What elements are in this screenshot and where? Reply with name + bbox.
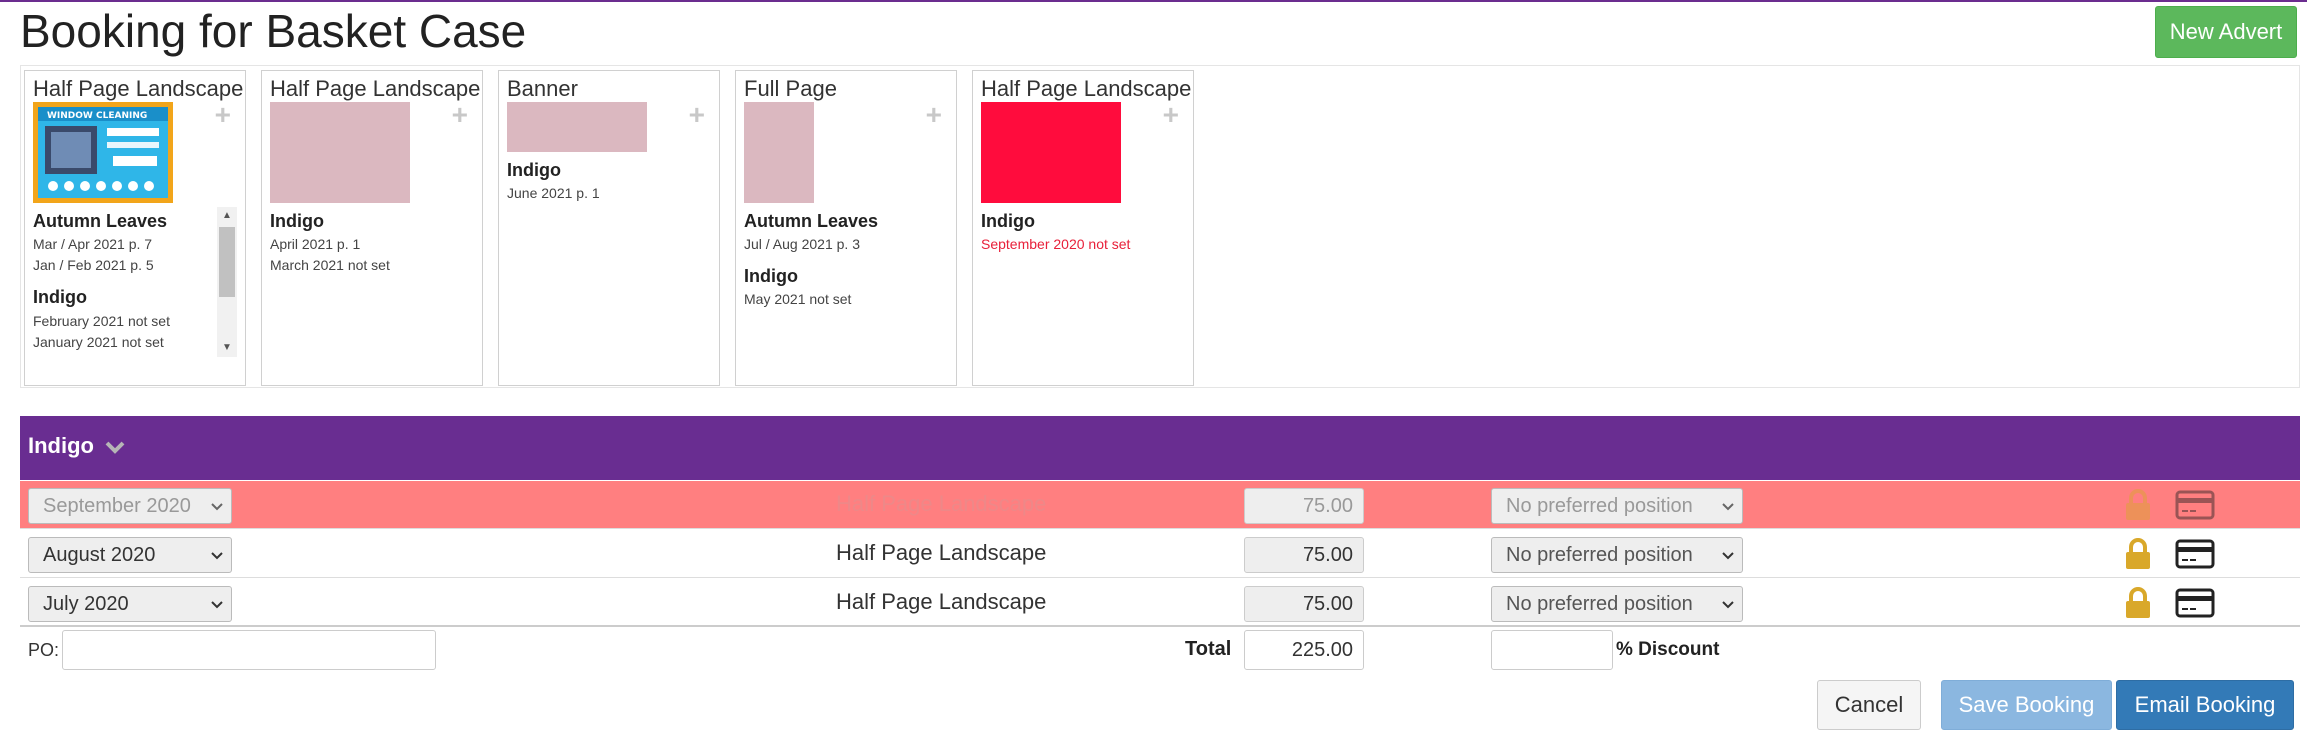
advert-placeholder [507, 102, 647, 152]
issue-text: March 2021 not set [270, 257, 390, 273]
issue-select-value: August 2020 [43, 544, 156, 566]
issue-text: January 2021 not set [33, 334, 164, 350]
adverts-panel: Half Page Landscape + WINDOW CLEANING Au… [20, 65, 2300, 388]
advert-placeholder [981, 102, 1121, 203]
advert-size-label: Half Page Landscape [981, 76, 1192, 101]
thumbnail-text: WINDOW CLEANING [47, 111, 147, 121]
advert-card[interactable]: Half Page Landscape + WINDOW CLEANING Au… [24, 70, 246, 386]
po-input[interactable] [62, 630, 436, 670]
issue-text: June 2021 p. 1 [507, 185, 600, 201]
discount-input[interactable] [1491, 630, 1613, 670]
publication-name: Indigo [981, 211, 1035, 231]
issue-text: February 2021 not set [33, 313, 170, 329]
advert-placeholder [270, 102, 410, 203]
issue-select-value: July 2020 [43, 593, 129, 615]
add-icon[interactable]: + [452, 101, 468, 129]
advert-size: Half Page Landscape [836, 589, 1047, 614]
po-label: PO: [28, 640, 60, 660]
position-select[interactable]: No preferred position [1491, 488, 1743, 524]
cancel-button[interactable]: Cancel [1817, 680, 1921, 730]
total-field[interactable]: 225.00 [1244, 630, 1364, 670]
save-booking-button[interactable]: Save Booking [1941, 680, 2112, 730]
lock-icon[interactable] [2124, 587, 2152, 619]
position-select-value: No preferred position [1506, 593, 1693, 615]
price-field[interactable]: 75.00 [1244, 537, 1364, 573]
issue-select[interactable]: July 2020 [28, 586, 232, 622]
chevron-down-icon [211, 601, 223, 609]
publication-name: Autumn Leaves [744, 211, 879, 231]
publication-name: Indigo [33, 287, 87, 307]
price-field[interactable]: 75.00 [1244, 586, 1364, 622]
publication-group-header[interactable]: Indigo [20, 416, 2300, 480]
new-advert-button[interactable]: New Advert [2155, 6, 2297, 58]
add-icon[interactable]: + [1163, 101, 1179, 129]
lock-icon[interactable] [2124, 538, 2152, 570]
booking-row: August 2020 Half Page Landscape 75.00 No… [20, 530, 2300, 578]
position-select[interactable]: No preferred position [1491, 586, 1743, 622]
advert-size-label: Half Page Landscape [270, 76, 481, 101]
issue-text: Jul / Aug 2021 p. 3 [744, 236, 860, 252]
chevron-down-icon [211, 503, 223, 511]
publication-name: Indigo [744, 266, 798, 286]
issue-text: April 2021 p. 1 [270, 236, 361, 252]
credit-card-icon[interactable] [2175, 489, 2215, 521]
scroll-up-icon[interactable]: ▲ [217, 207, 237, 225]
position-select-value: No preferred position [1506, 495, 1693, 517]
publication-name: Indigo [270, 211, 324, 231]
group-name: Indigo [28, 433, 94, 458]
add-icon[interactable]: + [689, 101, 705, 129]
issue-select[interactable]: September 2020 [28, 488, 232, 524]
page-title: Booking for Basket Case [20, 5, 527, 57]
advert-size: Half Page Landscape [836, 540, 1047, 565]
publication-name: Autumn Leaves [33, 211, 168, 231]
chevron-down-icon [1722, 503, 1734, 511]
position-select[interactable]: No preferred position [1491, 537, 1743, 573]
add-icon[interactable]: + [926, 101, 942, 129]
issue-text: Mar / Apr 2021 p. 7 [33, 236, 153, 252]
credit-card-icon[interactable] [2175, 538, 2215, 570]
card-scrollbar[interactable]: ▲ ▼ [217, 207, 237, 357]
advert-placeholder [744, 102, 814, 203]
advert-card[interactable]: Half Page Landscape + Indigo April 2021 … [261, 70, 483, 386]
advert-size-label: Full Page [744, 76, 837, 101]
publication-name: Indigo [507, 160, 561, 180]
advert-thumbnail: WINDOW CLEANING [33, 102, 173, 203]
total-label: Total [1185, 638, 1232, 660]
advert-size-label: Half Page Landscape [33, 76, 244, 101]
issue-select[interactable]: August 2020 [28, 537, 232, 573]
issue-select-value: September 2020 [43, 495, 191, 517]
issue-text: May 2021 not set [744, 291, 852, 307]
chevron-down-icon [1722, 552, 1734, 560]
position-select-value: No preferred position [1506, 544, 1693, 566]
lock-icon[interactable] [2124, 489, 2152, 521]
add-icon[interactable]: + [215, 101, 231, 129]
booking-row: September 2020 Half Page Landscape 75.00… [20, 481, 2300, 529]
discount-label: % Discount [1616, 639, 1720, 660]
advert-card[interactable]: Banner + Indigo June 2021 p. 1 [498, 70, 720, 386]
advert-size-label: Banner [507, 76, 578, 101]
scrollbar-thumb[interactable] [219, 227, 235, 297]
chevron-down-icon [211, 552, 223, 560]
issue-text: Jan / Feb 2021 p. 5 [33, 257, 154, 273]
advert-card[interactable]: Half Page Landscape + Indigo September 2… [972, 70, 1194, 386]
chevron-down-icon [1722, 601, 1734, 609]
advert-card[interactable]: Full Page + Autumn Leaves Jul / Aug 2021… [735, 70, 957, 386]
credit-card-icon[interactable] [2175, 587, 2215, 619]
price-field[interactable]: 75.00 [1244, 488, 1364, 524]
chevron-down-icon[interactable] [104, 436, 126, 458]
scroll-down-icon[interactable]: ▼ [217, 339, 237, 357]
advert-size: Half Page Landscape [836, 491, 1047, 516]
email-booking-button[interactable]: Email Booking [2116, 680, 2294, 730]
booking-row: July 2020 Half Page Landscape 75.00 No p… [20, 579, 2300, 627]
issue-text-warning: September 2020 not set [981, 236, 1131, 252]
